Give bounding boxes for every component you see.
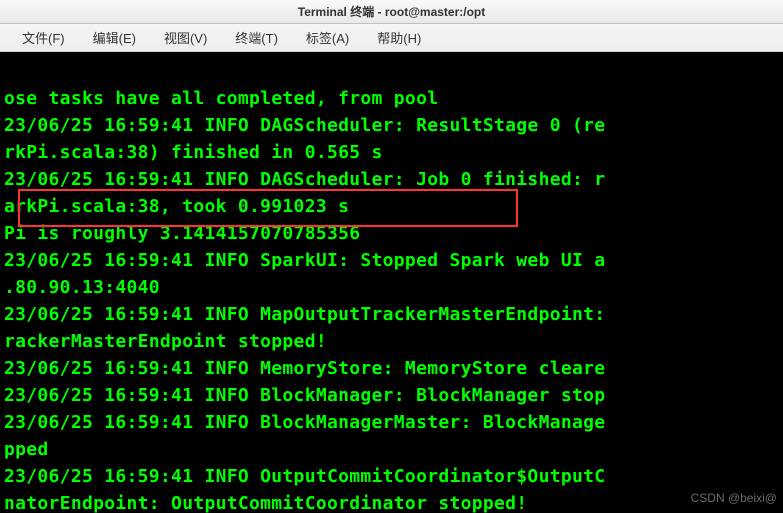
menu-file[interactable]: 文件(F) [8,24,79,51]
terminal-line: Pi is roughly 3.1414157070785356 [4,223,360,244]
terminal-line: 23/06/25 16:59:41 INFO BlockManager: Blo… [4,385,605,406]
terminal-line: 23/06/25 16:59:41 INFO MapOutputTrackerM… [4,304,605,325]
terminal-line: rkPi.scala:38) finished in 0.565 s [4,142,383,163]
terminal-line: 23/06/25 16:59:41 INFO DAGScheduler: Job… [4,169,605,190]
menubar: 文件(F) 编辑(E) 视图(V) 终端(T) 标签(A) 帮助(H) [0,24,783,52]
terminal-line: 23/06/25 16:59:41 INFO OutputCommitCoord… [4,466,605,487]
terminal-line: pped [4,439,49,460]
menu-edit[interactable]: 编辑(E) [79,24,150,51]
terminal-output[interactable]: ose tasks have all completed, from pool … [0,52,783,513]
window-title: Terminal 终端 - root@master:/opt [298,3,486,20]
window-titlebar: Terminal 终端 - root@master:/opt [0,0,783,24]
terminal-line: 23/06/25 16:59:41 INFO BlockManagerMaste… [4,412,605,433]
terminal-line: natorEndpoint: OutputCommitCoordinator s… [4,493,527,513]
terminal-line: 23/06/25 16:59:41 INFO DAGScheduler: Res… [4,115,605,136]
menu-tab[interactable]: 标签(A) [292,24,363,51]
terminal-line: 23/06/25 16:59:41 INFO SparkUI: Stopped … [4,250,605,271]
terminal-line: ose tasks have all completed, from pool [4,88,438,109]
menu-view[interactable]: 视图(V) [150,24,221,51]
terminal-line: 23/06/25 16:59:41 INFO MemoryStore: Memo… [4,358,605,379]
terminal-line: .80.90.13:4040 [4,277,160,298]
terminal-line: arkPi.scala:38, took 0.991023 s [4,196,349,217]
menu-help[interactable]: 帮助(H) [363,24,435,51]
menu-terminal[interactable]: 终端(T) [221,24,292,51]
watermark: CSDN @beixi@ [691,491,777,505]
terminal-line: rackerMasterEndpoint stopped! [4,331,327,352]
